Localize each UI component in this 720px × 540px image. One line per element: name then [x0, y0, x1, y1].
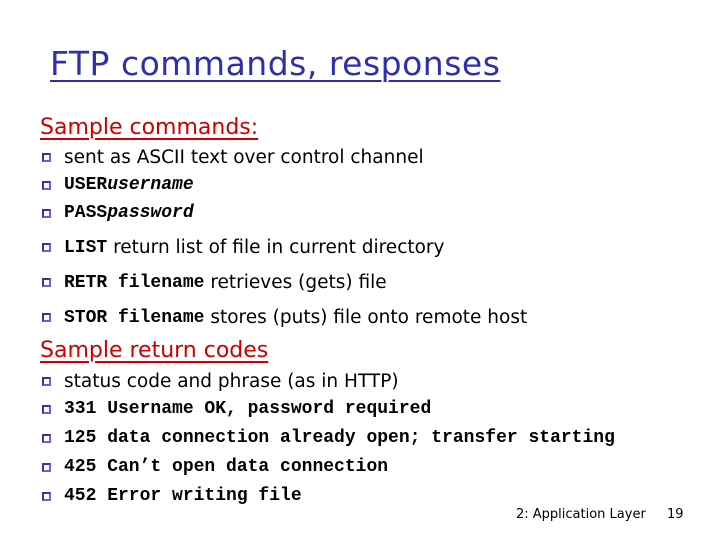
item-text: status code and phrase (as in HTTP)	[64, 371, 399, 392]
list-item: 331 Username OK, password required	[42, 399, 431, 419]
square-bullet-icon	[42, 491, 51, 501]
list-item: 452 Error writing file	[42, 486, 302, 506]
list-item: 425 Can’t open data connection	[42, 457, 388, 477]
list-item: 125 data connection already open; transf…	[42, 428, 615, 448]
section-heading-commands: Sample commands:	[40, 115, 259, 140]
square-bullet-icon	[42, 313, 51, 322]
command-keyword: LIST	[64, 237, 108, 258]
command-argument: password	[107, 203, 194, 223]
slide-title: FTP commands, responses	[50, 44, 501, 83]
list-item: USER username	[42, 175, 194, 195]
square-bullet-icon	[42, 278, 51, 287]
square-bullet-icon	[42, 462, 51, 472]
command-keyword: PASS	[64, 203, 108, 223]
square-bullet-icon	[42, 377, 51, 386]
square-bullet-icon	[42, 208, 51, 218]
command-argument: username	[107, 175, 194, 195]
item-text: retrieves (gets) file	[204, 272, 387, 293]
list-item: PASS password	[42, 203, 194, 223]
list-item: RETR filename retrieves (gets) file	[42, 272, 387, 293]
command-keyword: STOR filename	[64, 307, 205, 328]
command-keyword: USER	[64, 175, 108, 195]
square-bullet-icon	[42, 404, 51, 414]
footer-chapter: 2: Application Layer	[516, 507, 646, 522]
item-text: return list of file in current directory	[107, 237, 445, 258]
list-item: sent as ASCII text over control channel	[42, 147, 424, 168]
section-heading-return-codes: Sample return codes	[40, 338, 269, 363]
item-text: stores (puts) file onto remote host	[204, 307, 528, 328]
square-bullet-icon	[42, 433, 51, 443]
list-item: LIST return list of file in current dire…	[42, 237, 445, 258]
footer-page-number: 19	[667, 507, 684, 522]
command-keyword: RETR filename	[64, 272, 205, 293]
return-code: 452 Error writing file	[64, 486, 302, 506]
return-code: 425 Can’t open data connection	[64, 457, 389, 477]
square-bullet-icon	[42, 153, 51, 162]
square-bullet-icon	[42, 180, 51, 190]
item-text: sent as ASCII text over control channel	[64, 147, 424, 168]
list-item: status code and phrase (as in HTTP)	[42, 371, 399, 392]
square-bullet-icon	[42, 243, 51, 252]
list-item: STOR filename stores (puts) file onto re…	[42, 307, 527, 328]
return-code: 125 data connection already open; transf…	[64, 428, 615, 448]
return-code: 331 Username OK, password required	[64, 399, 432, 419]
